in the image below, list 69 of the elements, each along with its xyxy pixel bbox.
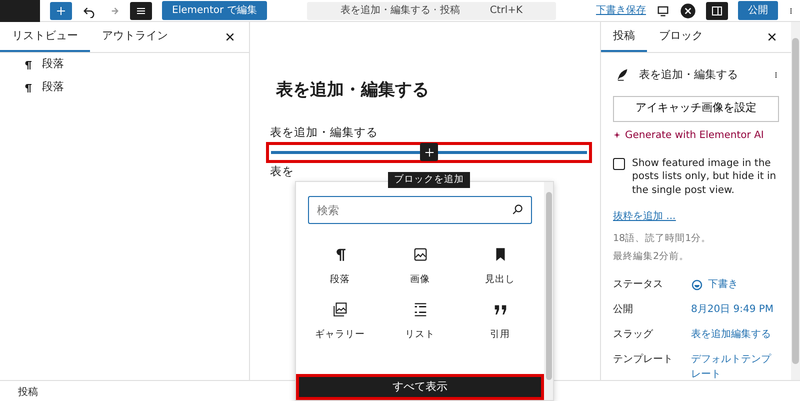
plus-icon [424,146,434,158]
draft-status-icon [691,278,703,291]
featured-image-button[interactable]: アイキャッチ画像を設定 [613,96,779,122]
post-title[interactable]: 表を追加・編集する [276,80,588,100]
block-option[interactable]: 見出し [460,246,540,288]
block-option[interactable]: ギャラリー [300,301,380,342]
field-label: 公開 [613,303,634,318]
block-label: リスト [405,328,435,342]
paragraph-icon [22,82,34,94]
scrollbar[interactable] [791,22,800,380]
field-label: テンプレート [613,352,674,368]
list-view-button[interactable] [130,2,152,20]
list-view-item[interactable]: 段落 [0,53,249,76]
block-label: ギャラリー [315,328,365,342]
quill-icon [615,68,629,82]
search-field[interactable]: 検索 [308,196,532,224]
sidebar-icon [711,4,723,16]
panel-tab[interactable]: 投稿 [601,22,647,52]
block-option[interactable]: 段落 [300,246,380,288]
field-link[interactable]: 8月20日 9:49 PM [691,302,774,318]
stats-text: 最終編集2分前。 [613,250,690,264]
field-label: ステータス [613,278,664,292]
preview-icon[interactable] [656,4,670,18]
item-label: 段落 [42,56,64,72]
elementor-edit-button[interactable]: Elementor で編集 [162,1,267,20]
block-option[interactable]: 画像 [380,246,460,288]
stats-text: 18語、読了時間1分。 [613,232,712,246]
command-bar[interactable]: 表を追加・編集する · 投稿 Ctrl+K [306,2,556,20]
field-label: スラッグ [613,328,654,342]
image-icon [412,246,428,263]
excerpt-link[interactable]: 抜粋を追加 ... [613,211,676,222]
block-option[interactable]: リスト [380,301,460,342]
command-bar-title: 表を追加・編集する · 投稿 [340,4,460,18]
close-icon [225,32,235,42]
browse-all-button[interactable]: すべて表示 [296,374,544,400]
field-link[interactable]: 表を追加編集する [691,327,771,342]
field-link[interactable]: デフォルトテンプレート [691,352,779,382]
gallery-icon [332,301,348,318]
tooltip: ブロックを追加 [388,172,470,188]
paragraph-block[interactable]: 表を追加・編集する [270,124,378,142]
search-icon [511,203,524,216]
block-label: 見出し [485,273,515,287]
scrollbar[interactable] [544,182,553,400]
circle-logo-icon[interactable] [680,2,696,18]
paragraph-icon [22,58,34,70]
post-title-label: 表を追加・編集する [639,67,738,83]
block-option[interactable]: 引用 [460,301,540,342]
shortcut-label: Ctrl+K [490,4,523,18]
settings-button[interactable] [706,2,728,20]
plus-icon [55,4,67,16]
block-label: 画像 [410,273,430,287]
block-label: 引用 [490,328,510,342]
ai-link[interactable]: Generate with Elementor AI [625,128,764,142]
save-draft-link[interactable]: 下書き保存 [596,3,646,18]
panel-tab[interactable]: リストビュー [0,22,90,52]
checkbox[interactable] [613,158,625,170]
inserter-plus-button[interactable] [420,143,438,162]
list-view-item[interactable]: 段落 [0,76,249,99]
close-icon [767,32,777,42]
item-label: 段落 [42,79,64,96]
panel-tab[interactable]: ブロック [647,22,715,52]
paragraph-block[interactable]: 表を [270,162,294,180]
checkbox-label: Show featured image in the posts lists only, but hide it in the single post view. [632,156,778,197]
status-link[interactable]: 下書き [708,277,738,292]
add-block-button[interactable] [50,2,72,20]
sparkle-icon [613,131,621,139]
block-label: 段落 [330,273,350,287]
publish-button[interactable]: 公開 [738,1,778,20]
panel-tab[interactable]: アウトライン [90,22,180,52]
